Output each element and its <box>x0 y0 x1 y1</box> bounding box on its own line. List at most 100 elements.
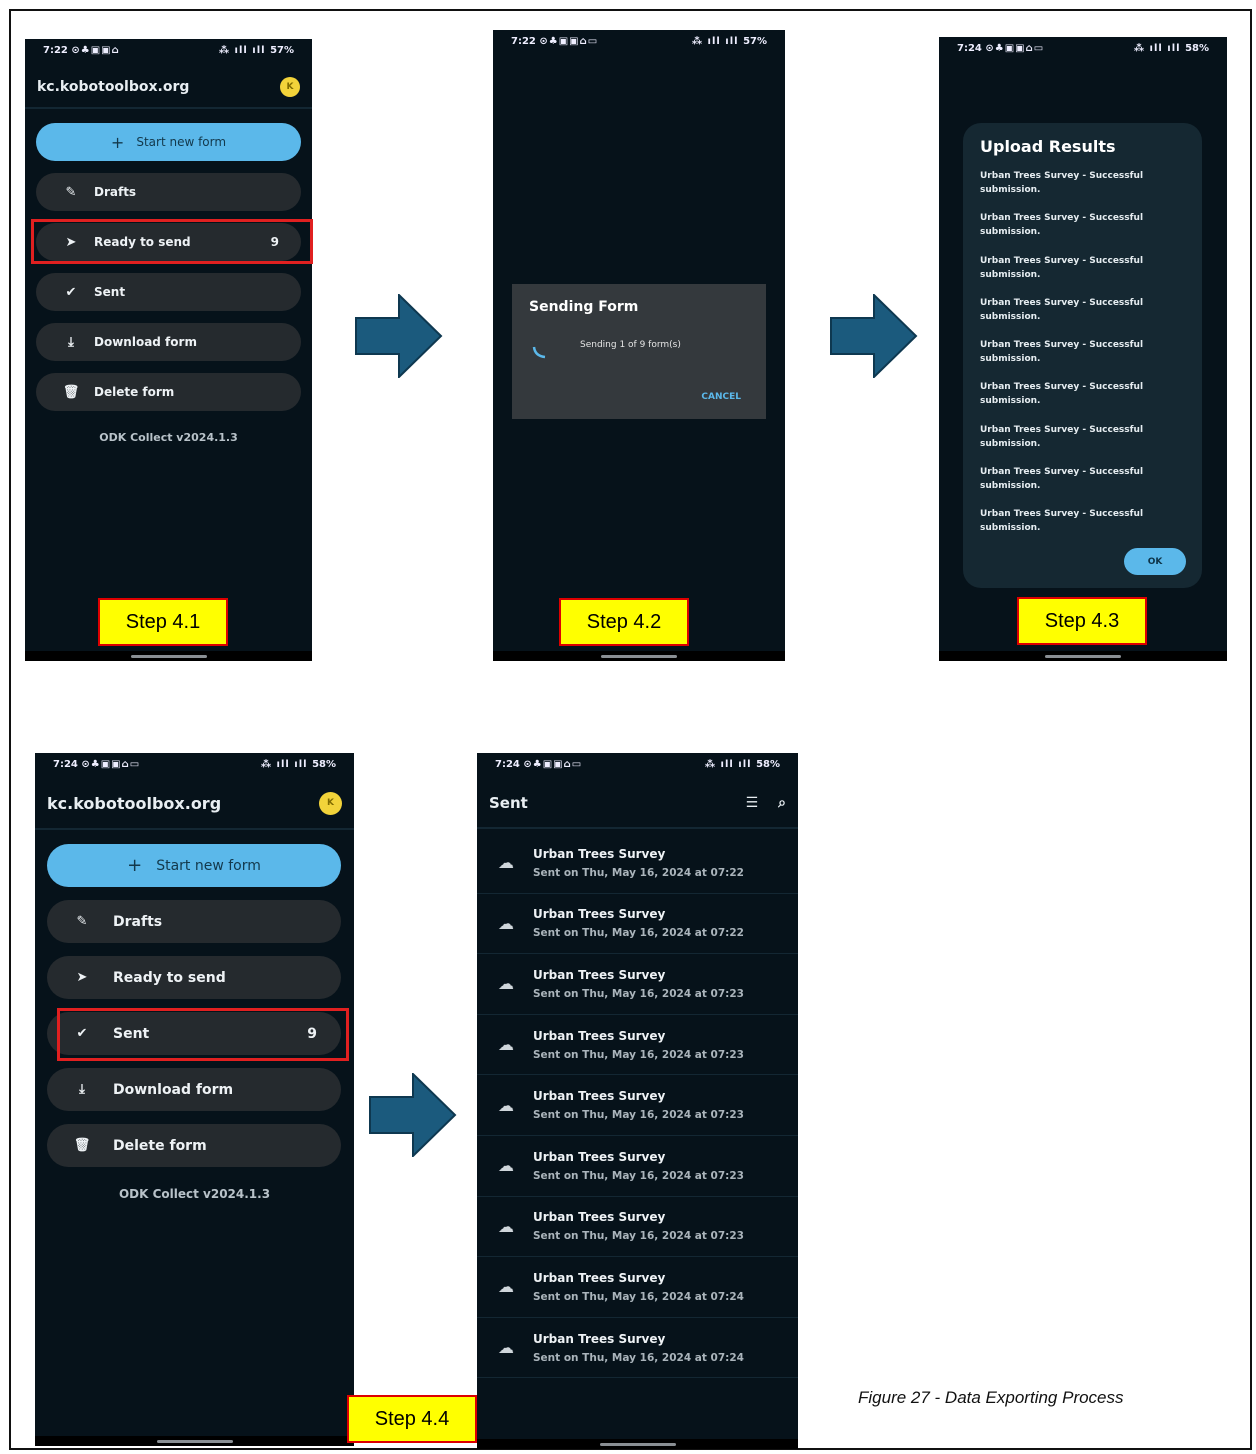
start-new-form-button[interactable]: + Start new form <box>47 844 341 887</box>
battery-level: 57% <box>743 35 767 47</box>
sent-date: Sent on Thu, May 16, 2024 at 07:23 <box>533 987 744 1000</box>
highlight-ready-to-send <box>31 219 313 264</box>
delete-form-button[interactable]: 🗑 Delete form <box>47 1124 341 1167</box>
sent-date: Sent on Thu, May 16, 2024 at 07:24 <box>533 1351 744 1364</box>
battery-level: 57% <box>270 44 294 56</box>
phone-step-4-4-menu: 7:24 ⊙♣▣▣⌂▭ ⁂ ıll ıll 58% kc.kobotoolbox… <box>35 753 354 1446</box>
delete-form-button[interactable]: 🗑 Delete form <box>36 373 301 411</box>
drafts-button[interactable]: ✎ Drafts <box>47 900 341 943</box>
upload-result-item: Urban Trees Survey - Successful submissi… <box>980 424 1144 449</box>
pencil-icon: ✎ <box>65 184 77 200</box>
search-icon[interactable]: ⌕ <box>778 795 786 811</box>
sent-forms-list: ☁ Urban Trees Survey Sent on Thu, May 16, … <box>477 833 798 1379</box>
ok-button[interactable]: OK <box>1124 548 1186 575</box>
ready-to-send-button[interactable]: ➤ Ready to send <box>47 956 341 999</box>
page-title: Sent <box>489 794 528 812</box>
phone-step-4-1: 7:22 ⊙♣▣▣⌂ ⁂ ıll ıll 57% kc.kobotoolbox.… <box>25 39 312 661</box>
sending-form-dialog: Sending Form Sending 1 of 9 form(s) CANC… <box>512 284 766 419</box>
status-time: 7:24 <box>495 758 520 770</box>
gesture-bar <box>35 1436 354 1446</box>
pencil-icon: ✎ <box>76 914 88 929</box>
figure-caption: Figure 27 - Data Exporting Process <box>858 1388 1124 1407</box>
cloud-check-icon: ☁ <box>498 974 514 994</box>
status-bar: 7:24 ⊙♣▣▣⌂▭ ⁂ ıll ıll 58% <box>495 758 780 770</box>
download-form-button[interactable]: ⤓ Download form <box>36 323 301 361</box>
phone-sent-list: 7:24 ⊙♣▣▣⌂▭ ⁂ ıll ıll 58% Sent ☰ ⌕ ☁ Urba… <box>477 753 798 1449</box>
status-bar: 7:22 ⊙♣▣▣⌂ ⁂ ıll ıll 57% <box>43 44 294 56</box>
list-item[interactable]: ☁ Urban Trees Survey Sent on Thu, May 16, … <box>477 1015 798 1076</box>
status-time: 7:22 <box>511 35 536 47</box>
list-item[interactable]: ☁ Urban Trees Survey Sent on Thu, May 16, … <box>477 833 798 894</box>
form-name: Urban Trees Survey <box>533 907 666 922</box>
form-name: Urban Trees Survey <box>533 1270 666 1285</box>
form-name: Urban Trees Survey <box>533 967 666 982</box>
list-item[interactable]: ☁ Urban Trees Survey Sent on Thu, May 16, … <box>477 1136 798 1197</box>
gesture-bar <box>477 1439 798 1449</box>
drafts-button[interactable]: ✎ Drafts <box>36 173 301 211</box>
check-circle-icon: ✔ <box>65 284 77 300</box>
trash-icon: 🗑 <box>62 384 80 400</box>
sent-date: Sent on Thu, May 16, 2024 at 07:23 <box>533 1048 744 1061</box>
trash-icon: 🗑 <box>73 1138 91 1153</box>
app-header: kc.kobotoolbox.org K <box>35 790 354 816</box>
step-label-4-4: Step 4.4 <box>347 1395 477 1443</box>
form-name: Urban Trees Survey <box>533 1331 666 1346</box>
start-new-form-button[interactable]: + Start new form <box>36 123 301 161</box>
cancel-button[interactable]: CANCEL <box>701 392 741 402</box>
form-name: Urban Trees Survey <box>533 1028 666 1043</box>
upload-result-item: Urban Trees Survey - Successful submissi… <box>980 509 1144 534</box>
plus-icon: + <box>110 132 125 152</box>
gesture-bar <box>25 651 312 661</box>
sent-date: Sent on Thu, May 16, 2024 at 07:23 <box>533 1109 744 1122</box>
step-label-4-3: Step 4.3 <box>1017 597 1147 645</box>
form-name: Urban Trees Survey <box>533 1149 666 1164</box>
avatar[interactable]: K <box>280 77 300 97</box>
upload-result-item: Urban Trees Survey - Successful submissi… <box>980 467 1144 492</box>
app-version: ODK Collect v2024.1.3 <box>118 1187 271 1201</box>
sent-date: Sent on Thu, May 16, 2024 at 07:24 <box>533 1290 744 1303</box>
battery-level: 58% <box>1185 42 1209 54</box>
status-time: 7:22 <box>43 44 68 56</box>
sent-date: Sent on Thu, May 16, 2024 at 07:22 <box>533 866 744 879</box>
app-version: ODK Collect v2024.1.3 <box>99 431 238 444</box>
upload-result-item: Urban Trees Survey - Successful submissi… <box>980 255 1144 280</box>
phone-step-4-3: 7:24 ⊙♣▣▣⌂▭ ⁂ ıll ıll 58% Upload Results… <box>939 37 1227 661</box>
list-item[interactable]: ☁ Urban Trees Survey Sent on Thu, May 16, … <box>477 1075 798 1136</box>
cloud-check-icon: ☁ <box>498 1035 514 1055</box>
gesture-bar <box>493 651 785 661</box>
upload-result-item: Urban Trees Survey - Successful submissi… <box>980 340 1144 365</box>
sending-progress-text: Sending 1 of 9 form(s) <box>580 340 681 350</box>
cloud-check-icon: ☁ <box>498 1338 514 1358</box>
upload-result-item: Urban Trees Survey - Successful submissi… <box>980 297 1144 322</box>
cloud-check-icon: ☁ <box>498 1156 514 1176</box>
step-label-4-1: Step 4.1 <box>98 598 228 646</box>
step-label-4-2: Step 4.2 <box>559 598 689 646</box>
upload-result-item: Urban Trees Survey - Successful submissi… <box>980 382 1144 407</box>
download-form-button[interactable]: ⤓ Download form <box>47 1068 341 1111</box>
avatar[interactable]: K <box>319 791 342 815</box>
plus-icon: + <box>127 855 143 876</box>
sent-date: Sent on Thu, May 16, 2024 at 07:22 <box>533 927 744 940</box>
list-item[interactable]: ☁ Urban Trees Survey Sent on Thu, May 16, … <box>477 954 798 1015</box>
status-time: 7:24 <box>53 758 78 770</box>
sent-date: Sent on Thu, May 16, 2024 at 07:23 <box>533 1230 744 1243</box>
status-bar: 7:24 ⊙♣▣▣⌂▭ ⁂ ıll ıll 58% <box>957 42 1209 54</box>
upload-result-item: Urban Trees Survey - Successful submissi… <box>980 213 1144 238</box>
list-item[interactable]: ☁ Urban Trees Survey Sent on Thu, May 16, … <box>477 1197 798 1258</box>
arrow-right-icon <box>369 1073 457 1157</box>
download-icon: ⤓ <box>68 334 74 350</box>
list-item[interactable]: ☁ Urban Trees Survey Sent on Thu, May 16, … <box>477 1318 798 1379</box>
sent-button[interactable]: ✔ Sent <box>36 273 301 311</box>
cloud-check-icon: ☁ <box>498 913 514 933</box>
upload-results-dialog: Upload Results Urban Trees Survey - Succ… <box>963 123 1202 588</box>
progress-spinner-icon <box>532 346 546 359</box>
upload-results-list: Urban Trees Survey - Successful submissi… <box>980 169 1180 550</box>
list-item[interactable]: ☁ Urban Trees Survey Sent on Thu, May 16, … <box>477 894 798 955</box>
upload-result-item: Urban Trees Survey - Successful submissi… <box>980 171 1144 195</box>
sort-icon[interactable]: ☰ <box>746 795 759 811</box>
dialog-title: Upload Results <box>980 137 1116 156</box>
dialog-title: Sending Form <box>529 299 639 315</box>
list-item[interactable]: ☁ Urban Trees Survey Sent on Thu, May 16, … <box>477 1257 798 1318</box>
status-time: 7:24 <box>957 42 982 54</box>
sent-header: Sent ☰ ⌕ <box>477 791 798 815</box>
